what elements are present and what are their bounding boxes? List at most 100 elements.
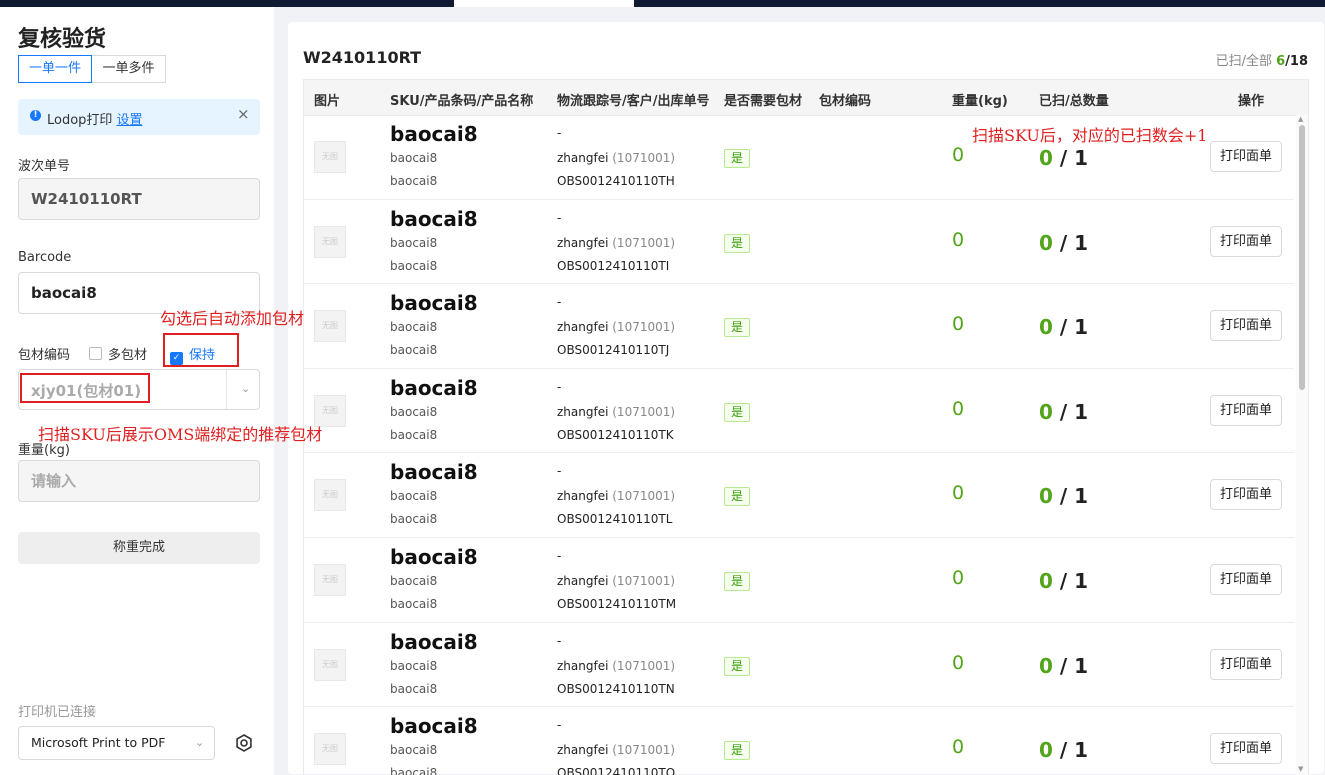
row-weight: 0: [952, 482, 965, 505]
row-scanned-count: 0: [1039, 230, 1053, 255]
customer-code: (1071001): [612, 489, 676, 504]
print-label-button[interactable]: 打印面单: [1210, 394, 1282, 426]
row-scanned-count: 0: [1039, 738, 1053, 763]
row-total-count: 1: [1074, 146, 1089, 170]
print-label-button[interactable]: 打印面单: [1210, 733, 1282, 765]
outbound-order: OBS0012410110TK: [557, 427, 674, 442]
customer-code: (1071001): [612, 151, 676, 165]
customer: zhangfei (1071001): [557, 574, 675, 588]
customer-code: (1071001): [612, 404, 676, 419]
customer: zhangfei (1071001): [557, 151, 675, 165]
checkbox-icon[interactable]: [89, 347, 102, 360]
outbound-order: OBS0012410110TN: [557, 681, 675, 696]
need-pack-tag: 是: [724, 571, 751, 591]
row-scanned: 0 / 1: [1039, 568, 1089, 593]
table-row: 无图 baocai8 baocai8 baocai8 - zhangfei (1…: [304, 453, 1294, 538]
row-weight: 0: [952, 313, 965, 336]
tracking-number: -: [557, 210, 562, 225]
product-image: 无图: [314, 479, 346, 512]
multi-pack-checkbox[interactable]: 多包材: [89, 344, 147, 363]
col-scanned: 已扫/总数量: [1039, 94, 1109, 109]
gear-icon[interactable]: [234, 733, 254, 753]
page-title: 复核验货: [18, 27, 107, 52]
row-weight: 0: [952, 144, 965, 166]
active-nav-tab[interactable]: [454, 0, 634, 7]
table-scrollbar[interactable]: ▲ ▼: [1296, 115, 1308, 775]
row-scanned-count: 0: [1039, 568, 1053, 593]
product-barcode: baocai8: [390, 404, 438, 419]
print-label-button[interactable]: 打印面单: [1210, 479, 1282, 511]
col-need-pack: 是否需要包材: [724, 94, 803, 109]
need-pack-tag: 是: [724, 656, 751, 676]
product-name: baocai8: [390, 766, 438, 775]
scroll-up-icon[interactable]: ▲: [1298, 115, 1303, 123]
print-label-button[interactable]: 打印面单: [1210, 310, 1282, 342]
product-name: baocai8: [390, 596, 438, 611]
annotation-scan-count: 扫描SKU后，对应的已扫数会+1: [972, 126, 1208, 145]
alert-message: Lodop打印: [47, 113, 113, 128]
table-row: 无图 baocai8 baocai8 baocai8 - zhangfei (1…: [304, 538, 1294, 623]
sku: baocai8: [390, 714, 478, 739]
print-label-button[interactable]: 打印面单: [1210, 141, 1282, 172]
scroll-thumb[interactable]: [1299, 125, 1305, 390]
customer-name: zhangfei: [557, 658, 609, 673]
outbound-order: OBS0012410110TM: [557, 596, 677, 611]
tab-multi-item[interactable]: 一单多件: [92, 55, 166, 83]
customer: zhangfei (1071001): [557, 236, 675, 250]
chevron-down-icon[interactable]: ⌄: [241, 382, 250, 395]
row-scanned-count: 0: [1039, 399, 1053, 424]
close-icon[interactable]: ×: [237, 105, 250, 123]
customer-name: zhangfei: [557, 489, 609, 504]
table-row: 无图 baocai8 baocai8 baocai8 - zhangfei (1…: [304, 284, 1294, 369]
scroll-down-icon[interactable]: ▼: [1298, 765, 1303, 773]
customer: zhangfei (1071001): [557, 743, 675, 757]
row-scanned: 0 / 1: [1039, 653, 1089, 678]
wave-label: 波次单号: [18, 159, 71, 174]
highlight-keep-box: [163, 333, 239, 367]
product-name: baocai8: [390, 343, 438, 358]
customer-name: zhangfei: [557, 151, 609, 165]
product-image: 无图: [314, 733, 346, 766]
need-pack-tag: 是: [724, 741, 751, 761]
customer-code: (1071001): [612, 658, 676, 673]
need-pack-tag: 是: [724, 149, 751, 168]
row-weight: 0: [952, 397, 965, 420]
product-name: baocai8: [390, 681, 438, 696]
print-label-button[interactable]: 打印面单: [1210, 648, 1282, 680]
print-label-button[interactable]: 打印面单: [1210, 563, 1282, 595]
col-image: 图片: [314, 94, 341, 109]
customer-code: (1071001): [612, 235, 676, 250]
multi-pack-label: 多包材: [108, 348, 148, 363]
need-pack-tag: 是: [724, 233, 751, 253]
settings-link[interactable]: 设置: [116, 113, 142, 128]
print-label-button[interactable]: 打印面单: [1210, 225, 1282, 257]
wave-title: W2410110RT: [303, 48, 422, 67]
customer: zhangfei (1071001): [557, 405, 675, 419]
row-total-count: 1: [1074, 399, 1089, 424]
scan-progress-label: 已扫/全部: [1215, 54, 1272, 69]
tracking-number: -: [557, 126, 562, 140]
printer-status: 打印机已连接: [18, 705, 97, 720]
weight-input[interactable]: 请输入: [18, 460, 260, 502]
customer: zhangfei (1071001): [557, 659, 675, 673]
row-total-count: 1: [1074, 315, 1089, 340]
row-scanned: 0 / 1: [1039, 738, 1089, 763]
tracking-number: -: [557, 633, 562, 648]
col-action: 操作: [1238, 94, 1265, 109]
chevron-down-icon[interactable]: ⌄: [195, 727, 204, 759]
tracking-number: -: [557, 295, 562, 310]
tracking-number: -: [557, 718, 562, 733]
tab-single-item[interactable]: 一单一件: [18, 55, 92, 83]
row-scanned-count: 0: [1039, 146, 1053, 170]
product-barcode: baocai8: [390, 573, 438, 588]
row-total-count: 1: [1074, 738, 1089, 763]
row-weight: 0: [952, 228, 965, 251]
need-pack-tag: 是: [724, 318, 751, 338]
product-image: 无图: [314, 563, 346, 596]
weigh-complete-button[interactable]: 称重完成: [18, 532, 260, 564]
printer-selected-value: Microsoft Print to PDF: [31, 735, 166, 750]
printer-select[interactable]: Microsoft Print to PDF ⌄: [18, 726, 215, 760]
alert-text: Lodop打印 设置: [47, 109, 142, 128]
col-sku: SKU/产品条码/产品名称: [390, 94, 534, 109]
tracking-number: -: [557, 379, 562, 394]
